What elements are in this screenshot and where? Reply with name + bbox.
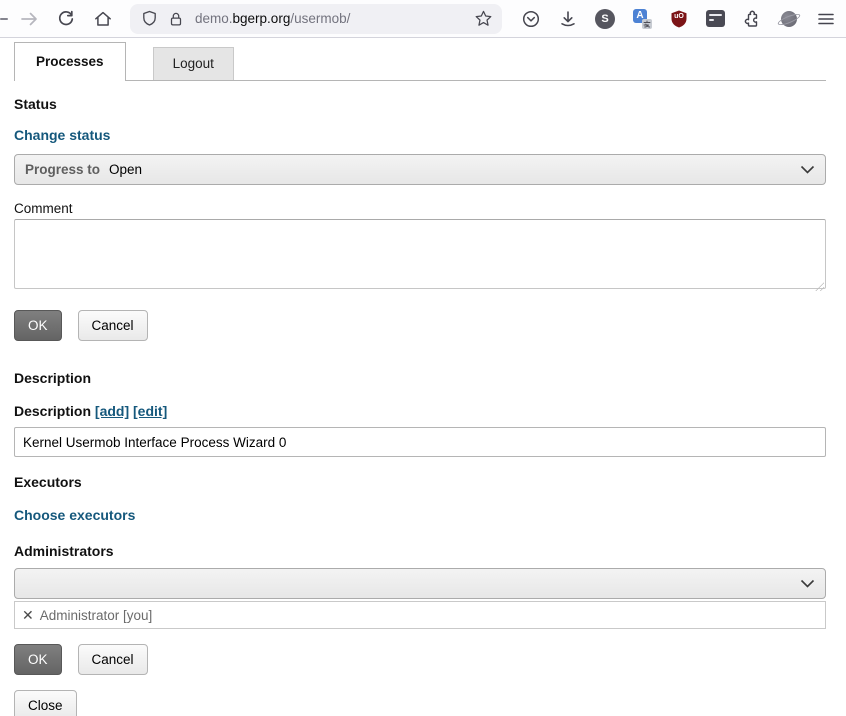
status-select-value: Open xyxy=(109,162,142,177)
executors-heading: Executors xyxy=(14,474,826,490)
administrator-member-row: ✕ Administrator [you] xyxy=(14,601,826,629)
container-icon[interactable] xyxy=(706,10,725,27)
chevron-down-icon xyxy=(800,579,815,588)
ok-button[interactable]: OK xyxy=(14,644,62,675)
chevron-down-icon xyxy=(800,165,815,174)
change-status-link[interactable]: Change status xyxy=(14,127,110,143)
description-label: Description xyxy=(14,403,91,419)
status-heading: Status xyxy=(14,96,826,112)
cancel-button[interactable]: Cancel xyxy=(78,310,148,341)
page-content: Processes Logout Status Change status Pr… xyxy=(0,38,846,716)
url-bar[interactable]: demo.bgerp.org/usermob/ xyxy=(130,4,502,34)
close-button[interactable]: Close xyxy=(14,690,77,716)
ublock-text: uO xyxy=(669,13,689,20)
cancel-button[interactable]: Cancel xyxy=(78,644,148,675)
extension-s-icon[interactable]: S xyxy=(595,9,615,29)
extensions-puzzle-icon[interactable] xyxy=(742,9,762,29)
ublock-icon[interactable]: uO xyxy=(669,9,689,29)
toolbar-extensions: S A uO xyxy=(521,9,836,29)
tab-logout[interactable]: Logout xyxy=(153,47,234,80)
close-row: Close xyxy=(14,690,826,716)
comment-textarea-wrap xyxy=(14,219,826,294)
url-path: /usermob/ xyxy=(290,11,350,26)
remove-member-icon[interactable]: ✕ xyxy=(22,607,34,624)
description-edit-link[interactable]: [edit] xyxy=(133,403,167,419)
forward-icon[interactable] xyxy=(19,9,39,29)
administrators-select[interactable] xyxy=(14,568,826,599)
administrators-heading: Administrators xyxy=(14,543,826,559)
ok-button[interactable]: OK xyxy=(14,310,62,341)
choose-executors-link[interactable]: Choose executors xyxy=(14,507,135,523)
back-icon[interactable] xyxy=(0,18,8,20)
bookmark-star-icon[interactable] xyxy=(473,9,493,29)
status-buttons: OK Cancel xyxy=(14,310,826,341)
description-add-link[interactable]: [add] xyxy=(95,403,129,419)
browser-toolbar: demo.bgerp.org/usermob/ S A uO xyxy=(0,0,846,38)
tab-bar-rest: Logout xyxy=(126,38,826,81)
menu-hamburger-icon[interactable] xyxy=(816,9,836,29)
description-heading: Description xyxy=(14,370,826,386)
lock-icon[interactable] xyxy=(166,9,186,29)
member-name: Administrator [you] xyxy=(40,608,153,623)
url-prefix: demo. xyxy=(195,11,233,26)
url-domain: bgerp.org xyxy=(233,11,291,26)
translate-icon[interactable]: A xyxy=(632,9,652,29)
comment-label: Comment xyxy=(14,201,826,216)
reload-icon[interactable] xyxy=(56,9,76,29)
status-select[interactable]: Progress to Open xyxy=(14,154,826,185)
status-select-label: Progress to xyxy=(25,162,100,177)
tab-bar: Processes Logout xyxy=(14,38,826,81)
translate-sub-icon xyxy=(642,19,652,29)
tab-processes[interactable]: Processes xyxy=(14,42,126,81)
home-icon[interactable] xyxy=(93,9,113,29)
executors-buttons: OK Cancel xyxy=(14,644,826,675)
download-icon[interactable] xyxy=(558,9,578,29)
description-label-row: Description [add] [edit] xyxy=(14,403,826,419)
planet-icon[interactable] xyxy=(779,9,799,29)
comment-textarea[interactable] xyxy=(14,219,826,289)
url-text[interactable]: demo.bgerp.org/usermob/ xyxy=(195,11,350,26)
pocket-icon[interactable] xyxy=(521,9,541,29)
shield-icon[interactable] xyxy=(139,9,159,29)
description-input[interactable] xyxy=(14,427,826,457)
